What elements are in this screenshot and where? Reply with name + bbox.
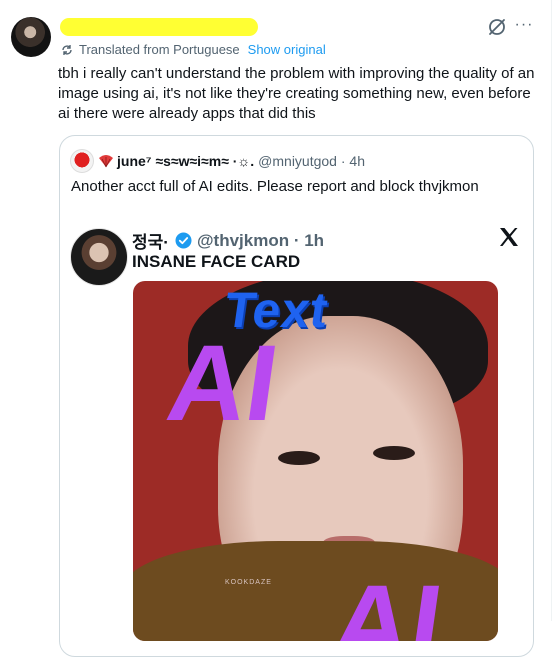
quoted-author-handle: @mniyutgod · 4h xyxy=(258,153,365,169)
hide-reply-icon[interactable] xyxy=(486,16,508,38)
more-icon[interactable]: ··· xyxy=(513,14,535,36)
avatar[interactable] xyxy=(11,17,51,57)
fan-icon xyxy=(99,155,113,168)
photo-watermark: KOOKDAZE xyxy=(225,579,272,586)
photo-right-eye xyxy=(373,446,415,460)
quoted-tweet-text: Another acct full of AI edits. Please re… xyxy=(71,178,479,195)
photo-left-eye xyxy=(278,451,320,465)
embedded-author-handle: @thvjkmon · 1h xyxy=(196,230,325,250)
tweet-text: tbh i really can't understand the proble… xyxy=(58,65,535,122)
embedded-title: INSANE FACE CARD xyxy=(132,252,301,271)
translate-icon xyxy=(62,44,72,55)
x-logo-icon xyxy=(500,228,518,246)
translated-row: Translated from Portuguese Show original xyxy=(60,42,326,57)
quoted-tweet-header: june⁷ ≈s≈w≈i≈m≈ ·☼. @mniyutgod · 4h xyxy=(70,149,365,173)
overlay-ai-upper: AI xyxy=(160,322,286,443)
embedded-avatar xyxy=(70,228,128,286)
embedded-author-name: 정국· xyxy=(132,233,169,252)
redaction-highlight xyxy=(60,18,258,36)
translated-label: Translated from Portuguese xyxy=(79,42,240,57)
embedded-media[interactable]: 정국· @thvjkmon · 1h INSANE FACE CARD Text… xyxy=(60,218,533,656)
media-photo[interactable]: Text AI AI KOOKDAZE xyxy=(133,281,498,641)
verified-icon xyxy=(175,232,192,249)
overlay-ai-lower: AI xyxy=(324,562,450,641)
author-row[interactable] xyxy=(60,15,460,36)
show-original-link[interactable]: Show original xyxy=(248,42,326,57)
quoted-author-name[interactable]: june⁷ ≈s≈w≈i≈m≈ ·☼. xyxy=(117,153,254,169)
quoted-avatar xyxy=(70,149,94,173)
embedded-header: 정국· @thvjkmon · 1h xyxy=(132,228,324,253)
quoted-tweet[interactable]: june⁷ ≈s≈w≈i≈m≈ ·☼. @mniyutgod · 4h Anot… xyxy=(59,135,534,657)
